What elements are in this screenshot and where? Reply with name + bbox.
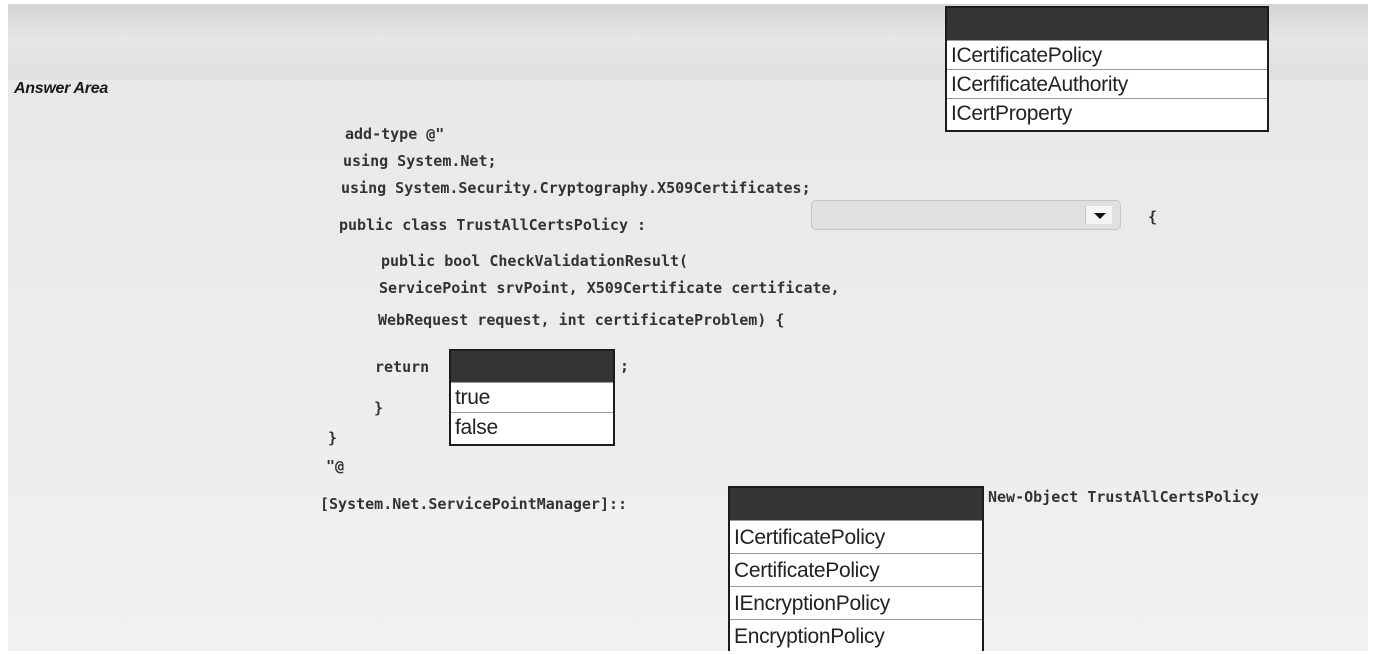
chevron-down-icon[interactable]: [1085, 206, 1112, 224]
return-value-dropdown[interactable]: true false: [449, 349, 615, 446]
code-line-11: "@: [326, 457, 345, 475]
code-line-2: using System.Net;: [343, 152, 497, 170]
dropdown-header[interactable]: [451, 351, 613, 382]
option-icertificatepolicy[interactable]: ICertificatePolicy: [947, 40, 1267, 69]
return-semicolon: ;: [620, 357, 630, 375]
option-encryptionpolicy[interactable]: EncryptionPolicy: [730, 619, 982, 651]
option-icertificatepolicy[interactable]: ICertificatePolicy: [730, 520, 982, 553]
dropdown-header[interactable]: [947, 8, 1267, 40]
code-line-6: ServicePoint srvPoint, X509Certificate c…: [379, 279, 840, 297]
code-line-1: add-type @": [345, 125, 445, 143]
option-true[interactable]: true: [451, 382, 613, 412]
open-brace: {: [1148, 208, 1158, 226]
option-certificatepolicy[interactable]: CertificatePolicy: [730, 553, 982, 586]
code-line-9: }: [374, 399, 384, 417]
code-line-5: public bool CheckValidationResult(: [381, 252, 689, 270]
option-icertproperty[interactable]: ICertProperty: [947, 98, 1267, 127]
code-line-12: [System.Net.ServicePointManager]::: [320, 495, 628, 513]
code-line-return: return: [375, 358, 430, 376]
code-line-7: WebRequest request, int certificateProbl…: [378, 311, 785, 329]
code-line-3: using System.Security.Cryptography.X509C…: [341, 179, 811, 197]
certificate-policy-dropdown[interactable]: ICertificatePolicy CertificatePolicy IEn…: [728, 486, 984, 651]
option-iencryptionpolicy[interactable]: IEncryptionPolicy: [730, 586, 982, 619]
interface-dropdown[interactable]: ICertificatePolicy ICerfificateAuthority…: [945, 6, 1269, 132]
option-icerfificateauthority[interactable]: ICerfificateAuthority: [947, 69, 1267, 98]
option-false[interactable]: false: [451, 412, 613, 442]
code-line-12-tail: New-Object TrustAllCertsPolicy: [988, 488, 1259, 506]
answer-area-title: Answer Area: [14, 80, 108, 97]
code-line-10: }: [328, 429, 338, 447]
interface-select[interactable]: [811, 200, 1121, 230]
dropdown-header[interactable]: [730, 488, 982, 520]
code-line-4: public class TrustAllCertsPolicy :: [339, 216, 647, 234]
